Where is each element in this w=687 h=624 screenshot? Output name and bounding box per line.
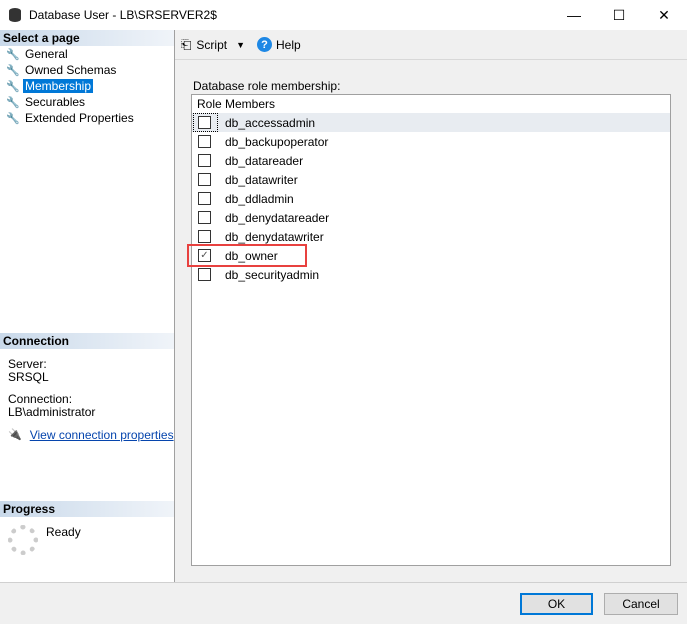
sidebar-item-label: Membership xyxy=(23,79,94,93)
role-members-list[interactable]: Role Members db_accessadmin db_backupoper… xyxy=(187,94,671,566)
role-row-db_datareader[interactable]: db_datareader xyxy=(192,151,670,170)
server-value: SRSQL xyxy=(8,370,49,384)
role-name: db_accessadmin xyxy=(225,115,316,130)
sidebar-item-owned-schemas[interactable]: 🔧 Owned Schemas xyxy=(0,62,174,78)
role-members-column-header: Role Members xyxy=(197,97,276,111)
progress-status: Ready xyxy=(46,525,81,539)
focus-rect xyxy=(193,113,218,132)
script-dropdown-icon[interactable]: ▼ xyxy=(236,40,245,50)
role-checkbox[interactable] xyxy=(198,173,211,186)
sidebar-item-securables[interactable]: 🔧 Securables xyxy=(0,94,174,110)
title-bar: Database User - LB\SRSERVER2$ — ☐ ✕ xyxy=(0,0,687,30)
close-button[interactable]: ✕ xyxy=(641,0,687,30)
plug-icon: 🔌 xyxy=(8,429,22,441)
sidebar-item-extended-properties[interactable]: 🔧 Extended Properties xyxy=(0,110,174,126)
role-row-db_accessadmin[interactable]: db_accessadmin xyxy=(192,113,670,132)
role-checkbox[interactable] xyxy=(198,268,211,281)
role-name: db_denydatawriter xyxy=(225,229,324,244)
main-panel: ⎗ Script ▼ ? Help Database role membersh… xyxy=(175,30,687,582)
maximize-button[interactable]: ☐ xyxy=(596,0,642,30)
window-title: Database User - LB\SRSERVER2$ xyxy=(29,8,217,22)
progress-header: Progress xyxy=(0,501,174,517)
toolbar: ⎗ Script ▼ ? Help xyxy=(175,30,687,60)
minimize-button[interactable]: — xyxy=(551,0,597,30)
role-checkbox[interactable] xyxy=(198,135,211,148)
cancel-button[interactable]: Cancel xyxy=(604,593,678,615)
role-checkbox[interactable] xyxy=(198,192,211,205)
sidebar-item-label: Securables xyxy=(25,95,86,109)
role-name: db_securityadmin xyxy=(225,267,320,282)
sidebar-item-general[interactable]: 🔧 General xyxy=(0,46,174,62)
wrench-icon: 🔧 xyxy=(6,80,20,93)
role-name: db_ddladmin xyxy=(225,191,294,206)
script-icon: ⎗ xyxy=(181,36,192,52)
button-bar: OK Cancel xyxy=(0,582,687,624)
role-row-db_securityadmin[interactable]: db_securityadmin xyxy=(192,265,670,284)
role-row-db_ddladmin[interactable]: db_ddladmin xyxy=(192,189,670,208)
wrench-icon: 🔧 xyxy=(6,96,20,109)
sidebar-item-label: Extended Properties xyxy=(25,111,134,125)
role-row-db_datawriter[interactable]: db_datawriter xyxy=(192,170,670,189)
ok-button[interactable]: OK xyxy=(520,593,593,615)
wrench-icon: 🔧 xyxy=(6,64,20,77)
role-membership-label: Database role membership: xyxy=(193,79,341,93)
role-checkbox[interactable] xyxy=(198,211,211,224)
view-connection-properties-link[interactable]: View connection properties xyxy=(30,429,174,442)
sidebar-item-label: General xyxy=(25,47,68,61)
role-checkbox[interactable] xyxy=(198,154,211,167)
script-button[interactable]: Script xyxy=(196,38,227,52)
role-row-db_owner[interactable]: ✓ db_owner xyxy=(187,244,670,267)
progress-section: Progress Ready xyxy=(0,501,174,555)
sidebar-item-label: Owned Schemas xyxy=(25,63,117,77)
role-row-db_backupoperator[interactable]: db_backupoperator xyxy=(192,132,670,151)
help-icon: ? xyxy=(257,37,273,52)
connection-section: Connection Server: SRSQL Connection: LB\… xyxy=(0,333,174,442)
connection-header: Connection xyxy=(0,333,174,349)
role-checkbox[interactable] xyxy=(198,230,211,243)
select-page-header: Select a page xyxy=(0,30,174,46)
wrench-icon: 🔧 xyxy=(6,112,20,125)
role-name: db_denydatareader xyxy=(225,210,330,225)
sidebar-item-membership[interactable]: 🔧 Membership xyxy=(0,78,174,94)
connection-value: LB\administrator xyxy=(8,405,96,419)
spinner-icon xyxy=(8,525,38,555)
role-row-db_denydatareader[interactable]: db_denydatareader xyxy=(192,208,670,227)
highlight-box xyxy=(187,244,307,267)
role-name: db_backupoperator xyxy=(225,134,329,149)
role-name: db_datawriter xyxy=(225,172,298,187)
sidebar: Select a page 🔧 General 🔧 Owned Schemas 🔧 Mem… xyxy=(0,30,175,582)
role-name: db_datareader xyxy=(225,153,304,168)
wrench-icon: 🔧 xyxy=(6,48,20,61)
database-icon xyxy=(9,8,21,22)
help-button[interactable]: Help xyxy=(276,38,301,52)
